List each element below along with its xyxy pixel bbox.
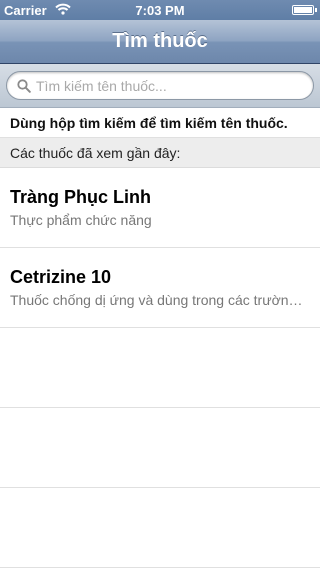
page-title: Tìm thuốc bbox=[112, 30, 208, 52]
status-bar: Carrier 7:03 PM bbox=[0, 0, 320, 20]
search-field[interactable] bbox=[6, 71, 314, 100]
search-hint-text: Dùng hộp tìm kiếm để tìm kiếm tên thuốc. bbox=[10, 115, 288, 131]
search-input[interactable] bbox=[36, 77, 306, 95]
recent-section-header: Các thuốc đã xem gần đây: bbox=[0, 138, 320, 168]
search-hint: Dùng hộp tìm kiếm để tìm kiếm tên thuốc. bbox=[0, 108, 320, 138]
recent-section-title: Các thuốc đã xem gần đây: bbox=[10, 145, 181, 161]
status-time: 7:03 PM bbox=[135, 3, 185, 18]
drug-name: Cetrizine 10 bbox=[10, 267, 112, 287]
drug-description: Thực phẩm chức năng bbox=[10, 212, 152, 228]
recent-drug-row[interactable]: Cetrizine 10 Thuốc chống dị ứng và dùng … bbox=[0, 248, 320, 328]
drug-description: Thuốc chống dị ứng và dùng trong các trư… bbox=[10, 292, 310, 308]
navigation-bar: Tìm thuốc bbox=[0, 20, 320, 64]
recent-drug-row[interactable]: Tràng Phục Linh Thực phẩm chức năng bbox=[0, 168, 320, 248]
drug-name: Tràng Phục Linh bbox=[10, 187, 152, 207]
search-bar bbox=[0, 64, 320, 108]
battery-icon bbox=[292, 5, 317, 15]
empty-row bbox=[0, 408, 320, 488]
empty-row bbox=[0, 328, 320, 408]
empty-row bbox=[0, 488, 320, 568]
search-icon bbox=[17, 79, 31, 93]
